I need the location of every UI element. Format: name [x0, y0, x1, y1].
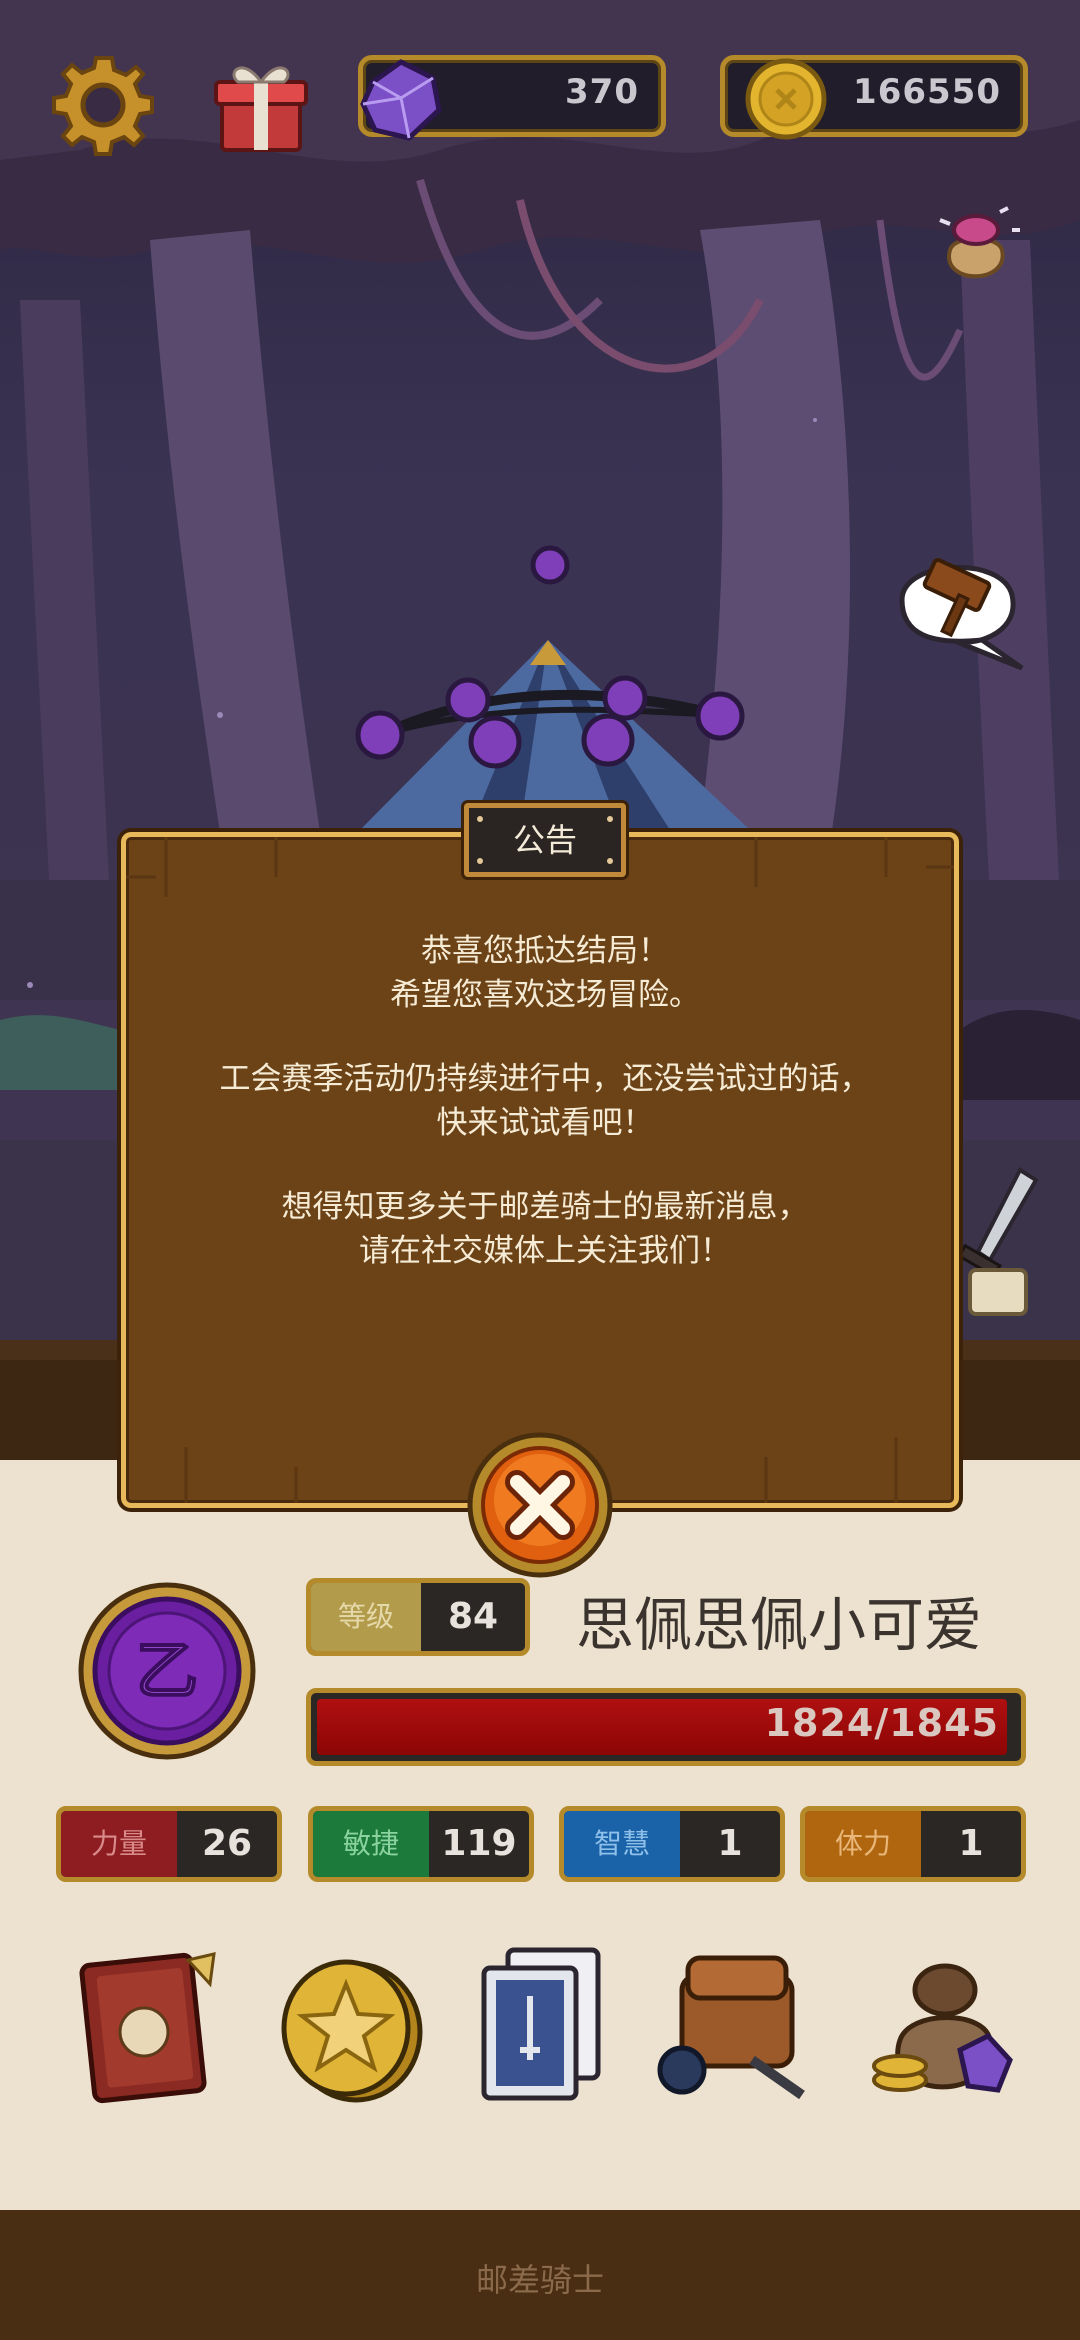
- stat-value: 119: [441, 1823, 517, 1864]
- footer-title: 邮差骑士: [475, 2261, 604, 2299]
- gem-counter[interactable]: 370: [358, 55, 666, 141]
- stat-label: 力量: [61, 1811, 177, 1877]
- stat-label: 敏捷: [313, 1811, 429, 1877]
- stat-value: 26: [201, 1823, 253, 1864]
- dialog-title: 公告: [512, 821, 577, 859]
- journal-book-icon[interactable]: [68, 1940, 238, 2110]
- rank-badge[interactable]: 乙: [76, 1580, 258, 1762]
- loot-sack-icon[interactable]: [920, 190, 1030, 300]
- treasure-bag-icon[interactable]: [860, 1940, 1030, 2110]
- close-dialog-button[interactable]: [465, 1430, 615, 1580]
- stat-label: 智慧: [564, 1811, 680, 1877]
- dialog-paragraph: 工会赛季活动仍持续进行中，还没尝试过的话， 快来试试看吧！: [219, 1061, 871, 1141]
- dialog-body: 恭喜您抵达结局！ 希望您喜欢这场冒险。 工会赛季活动仍持续进行中，还没尝试过的话…: [156, 929, 934, 1313]
- star-coin-icon[interactable]: [262, 1940, 432, 2110]
- stat-label: 体力: [805, 1811, 921, 1877]
- gem-count: 370: [565, 72, 639, 112]
- settings-gear-icon[interactable]: [48, 50, 158, 160]
- hp-bar: 1824/1845: [306, 1688, 1026, 1766]
- gift-box-icon[interactable]: [208, 52, 314, 158]
- backpack-icon[interactable]: [652, 1940, 822, 2110]
- signpost-speech-bubble-icon[interactable]: [882, 540, 1032, 671]
- dialog-title-plate: 公告: [464, 803, 626, 877]
- level-value: 84: [447, 1596, 499, 1637]
- level-label: 等级: [311, 1583, 421, 1651]
- gold-coin-icon: [741, 54, 831, 144]
- purple-gem-icon: [353, 52, 449, 148]
- stat-value: 1: [717, 1823, 743, 1864]
- rank-glyph: 乙: [136, 1634, 198, 1707]
- coin-count: 166550: [853, 72, 1001, 112]
- stat-strength[interactable]: 力量 26: [56, 1806, 282, 1882]
- announcement-dialog: 公告 恭喜您抵达结局！ 希望您喜欢这场冒险。 工会赛季活动仍持续进行中，还没尝试…: [121, 803, 959, 1508]
- title-rivet: [477, 816, 483, 822]
- sword-scroll-icon[interactable]: [950, 1160, 1050, 1320]
- dialog-paragraph: 想得知更多关于邮差骑士的最新消息， 请在社交媒体上关注我们！: [281, 1189, 809, 1269]
- stat-agility[interactable]: 敏捷 119: [308, 1806, 534, 1882]
- title-rivet: [607, 816, 613, 822]
- coin-counter[interactable]: 166550: [720, 55, 1028, 140]
- stat-wisdom[interactable]: 智慧 1: [559, 1806, 785, 1882]
- hp-text: 1824/1845: [764, 1701, 999, 1745]
- stat-value: 1: [958, 1823, 984, 1864]
- player-name: 思佩思佩小可爱: [576, 1591, 983, 1659]
- level-indicator: 等级 84: [306, 1578, 530, 1656]
- cards-icon[interactable]: [458, 1940, 628, 2110]
- title-rivet: [477, 858, 483, 864]
- stat-stamina[interactable]: 体力 1: [800, 1806, 1026, 1882]
- title-rivet: [607, 858, 613, 864]
- close-icon: [467, 1432, 613, 1578]
- dialog-paragraph: 恭喜您抵达结局！ 希望您喜欢这场冒险。: [390, 933, 700, 1013]
